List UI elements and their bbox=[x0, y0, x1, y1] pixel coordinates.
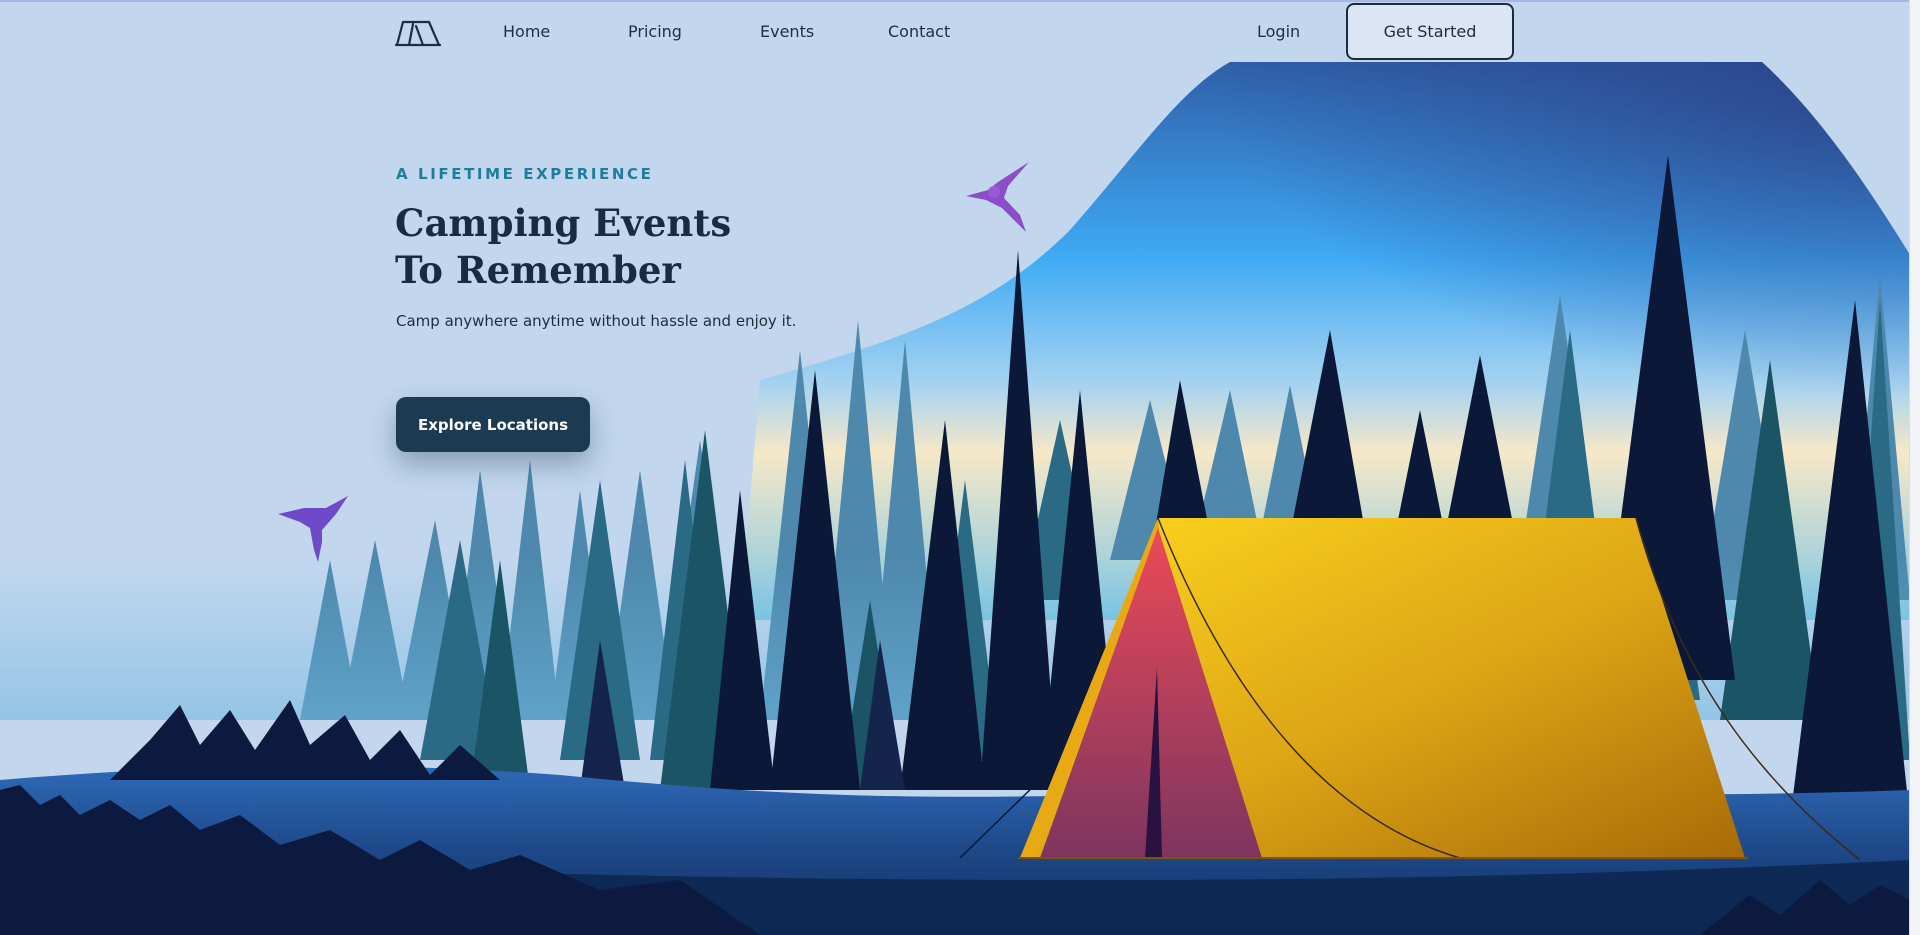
hero-title: Camping Events To Remember bbox=[395, 200, 731, 294]
nav-link-contact[interactable]: Contact bbox=[888, 22, 950, 41]
explore-locations-button[interactable]: Explore Locations bbox=[396, 397, 590, 452]
login-link[interactable]: Login bbox=[1257, 22, 1300, 41]
hummingbird-icon bbox=[966, 162, 1029, 232]
hero-scene bbox=[0, 0, 1910, 935]
hero-title-line2: To Remember bbox=[395, 248, 681, 292]
nav-link-pricing[interactable]: Pricing bbox=[628, 22, 682, 41]
tent-logo-icon[interactable] bbox=[395, 18, 441, 48]
camping-illustration bbox=[0, 62, 1910, 935]
nav-link-events[interactable]: Events bbox=[760, 22, 814, 41]
scrollbar[interactable] bbox=[1909, 0, 1920, 935]
hero-title-line1: Camping Events bbox=[395, 201, 732, 245]
nav-link-home[interactable]: Home bbox=[503, 22, 550, 41]
hero-subtitle: Camp anywhere anytime without hassle and… bbox=[396, 312, 797, 330]
top-navigation: Home Pricing Events Contact Login Get St… bbox=[0, 0, 1910, 64]
hummingbird-icon bbox=[278, 496, 348, 562]
get-started-button[interactable]: Get Started bbox=[1346, 3, 1514, 60]
hero-eyebrow: A LIFETIME EXPERIENCE bbox=[396, 165, 654, 183]
